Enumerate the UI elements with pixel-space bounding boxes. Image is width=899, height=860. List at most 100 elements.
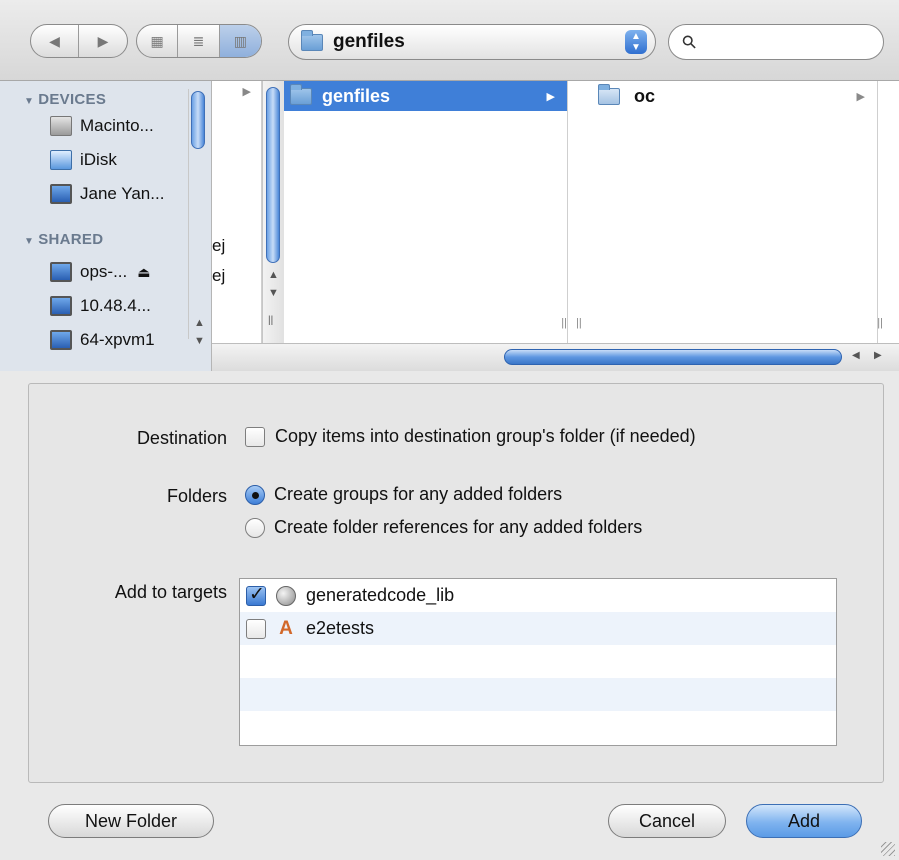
network-computer-icon (50, 330, 72, 350)
sidebar-item-jane[interactable]: Jane Yan... (50, 179, 164, 209)
sidebar-scrollbar[interactable]: ▲ ▼ (188, 89, 206, 347)
empty-row (240, 711, 836, 744)
library-icon (276, 585, 296, 606)
radio-label: Create folder references for any added f… (274, 517, 643, 537)
forward-arrow-icon: ▶ (97, 32, 109, 49)
disclosure-arrow-icon: ▶ (546, 90, 555, 103)
sidebar-item-10-48[interactable]: 10.48.4... (50, 291, 151, 321)
checkbox-icon (245, 426, 265, 447)
sidebar-scroll-thumb[interactable] (191, 91, 205, 149)
new-folder-button[interactable]: New Folder (48, 804, 214, 838)
sidebar-item-ops[interactable]: ops-... ⏏ (50, 257, 150, 287)
icon-view-icon: ▦ (150, 32, 164, 49)
copy-items-checkbox[interactable]: Copy items into destination group's fold… (245, 426, 696, 447)
sidebar-item-label: Macinto... (80, 116, 154, 135)
radio-create-folder-references[interactable]: Create folder references for any added f… (245, 517, 642, 538)
selected-folder-row[interactable]: genfiles ▶ (284, 81, 567, 111)
shared-header[interactable]: ▼ SHARED (24, 231, 103, 248)
resize-grip-icon[interactable] (881, 842, 895, 856)
location-label: genfiles (333, 31, 405, 52)
devices-header[interactable]: ▼ DEVICES (24, 91, 106, 108)
sidebar-item-label: ops-... (80, 262, 128, 281)
column-1-scroll-thumb[interactable] (266, 87, 280, 263)
sidebar-item-macintosh[interactable]: Macinto... (50, 111, 154, 141)
browser-column-3: oc ▶ || || (576, 81, 883, 343)
sidebar-item-label: Jane Yan... (80, 184, 165, 203)
network-computer-icon (50, 296, 72, 316)
list-view-button[interactable]: ≣ (178, 25, 220, 57)
column-arrow-icon: ▶ (242, 86, 251, 98)
eject-icon[interactable]: ⏏ (137, 264, 150, 281)
copy-items-label: Copy items into destination group's fold… (275, 426, 696, 446)
folder-row[interactable]: oc ▶ (590, 81, 877, 111)
column-resize-icon[interactable]: || (877, 317, 883, 329)
disclosure-arrow-icon: ▶ (856, 90, 865, 103)
target-checkbox[interactable] (246, 618, 266, 639)
scroll-down-icon[interactable]: ▼ (194, 335, 205, 347)
target-checkbox[interactable] (246, 583, 266, 606)
targets-list: generatedcode_lib A e2etests (239, 578, 837, 746)
empty-row (240, 678, 836, 711)
stepper-down-icon: ▼ (631, 42, 641, 53)
cancel-button[interactable]: Cancel (608, 804, 726, 838)
scroll-left-icon[interactable]: ◀ (852, 350, 860, 361)
table-row[interactable]: generatedcode_lib (240, 579, 836, 612)
folders-label: Folders (166, 486, 227, 506)
destination-label: Destination (136, 428, 227, 448)
back-arrow-icon: ◀ (49, 32, 60, 49)
location-popup[interactable]: genfiles ▲ ▼ (288, 24, 656, 60)
radio-create-groups[interactable]: Create groups for any added folders (245, 484, 562, 505)
disclosure-triangle-icon: ▼ (24, 96, 35, 107)
scroll-down-icon[interactable]: ▼ (268, 287, 279, 299)
target-name: e2etests (306, 618, 375, 638)
browser-column-2: genfiles ▶ || (284, 81, 568, 343)
network-computer-icon (50, 262, 72, 282)
app-target-icon: A (279, 617, 293, 639)
add-to-targets-label: Add to targets (114, 582, 227, 602)
column-view-button[interactable]: ▥ (219, 25, 261, 57)
folder-icon (290, 83, 312, 105)
back-forward-control: ◀ ▶ (30, 24, 128, 58)
browser-column-1: ▶ ej ej (212, 81, 262, 343)
back-button[interactable]: ◀ (31, 25, 80, 57)
idisk-icon (50, 150, 72, 170)
folder-icon (301, 29, 323, 51)
icon-view-button[interactable]: ▦ (137, 25, 179, 57)
column-resize-icon[interactable]: || (576, 317, 582, 329)
popup-stepper-icon: ▲ ▼ (625, 30, 647, 54)
disclosure-triangle-icon: ▼ (24, 236, 35, 247)
sidebar-item-idisk[interactable]: iDisk (50, 145, 117, 175)
list-item[interactable]: ej (212, 231, 261, 261)
file-browser: ▼ DEVICES Macinto... iDisk Jane Yan... ▼ S… (0, 80, 899, 371)
column-resize-icon[interactable]: || (561, 317, 567, 329)
table-row[interactable]: A e2etests (240, 612, 836, 645)
radio-label: Create groups for any added folders (274, 484, 563, 504)
forward-button[interactable]: ▶ (79, 25, 127, 57)
scroll-up-icon[interactable]: ▲ (194, 317, 205, 329)
horizontal-scrollbar[interactable]: ◀ ▶ (212, 343, 899, 371)
sidebar-item-label: 64-xpvm1 (80, 330, 155, 349)
column-resize-icon[interactable]: || (268, 315, 273, 326)
add-button[interactable]: Add (746, 804, 862, 838)
scroll-right-icon[interactable]: ▶ (874, 350, 882, 361)
search-icon: ⚲ (677, 29, 701, 54)
options-panel: Destination Copy items into destination … (28, 383, 884, 783)
search-input[interactable] (704, 33, 875, 51)
horizontal-scroll-thumb[interactable] (504, 349, 842, 365)
column-1-scrollbar[interactable]: ▲ ▼ || (262, 81, 284, 343)
empty-row (240, 645, 836, 678)
sidebar-item-label: iDisk (80, 150, 117, 169)
sidebar-item-label: 10.48.4... (80, 296, 151, 315)
search-field[interactable]: ⚲ (668, 24, 884, 60)
list-item[interactable]: ej (212, 261, 261, 291)
folder-icon (598, 83, 620, 105)
radio-selected-icon (245, 484, 265, 505)
computer-icon (50, 184, 72, 204)
target-name: generatedcode_lib (306, 585, 455, 605)
list-view-icon: ≣ (192, 32, 205, 49)
view-mode-control: ▦ ≣ ▥ (136, 24, 262, 58)
radio-unselected-icon (245, 517, 265, 538)
column-view-icon: ▥ (233, 32, 247, 49)
sidebar-item-64-xpvm1[interactable]: 64-xpvm1 (50, 325, 155, 355)
scroll-up-icon[interactable]: ▲ (268, 269, 279, 281)
